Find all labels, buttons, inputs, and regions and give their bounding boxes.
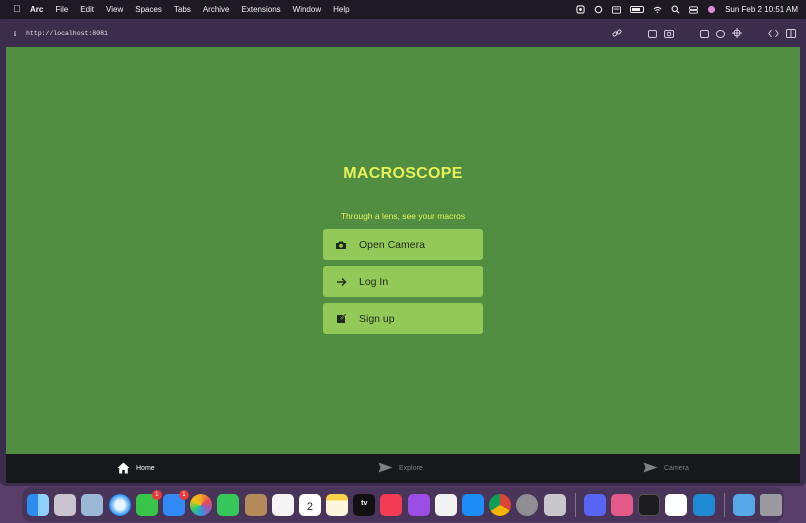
menu-view[interactable]: View xyxy=(106,5,123,14)
reminders-icon[interactable] xyxy=(271,493,294,516)
chrome-icon[interactable] xyxy=(489,493,512,516)
photos-icon[interactable] xyxy=(190,493,213,516)
menu-edit[interactable]: Edit xyxy=(80,5,94,14)
music-icon[interactable] xyxy=(380,493,403,516)
battery-icon[interactable] xyxy=(630,6,645,13)
globe-icon[interactable] xyxy=(716,29,725,38)
status-area: Sun Feb 2 10:51 AM xyxy=(576,0,798,19)
camera-icon xyxy=(323,240,359,250)
edit-icon xyxy=(323,313,359,324)
dock: 1 1 2 tv xyxy=(22,487,784,522)
extensions-icon[interactable] xyxy=(732,25,742,43)
discord-icon[interactable] xyxy=(583,493,606,516)
tab-explore[interactable]: Explore xyxy=(378,454,423,483)
messages-badge: 1 xyxy=(151,489,162,500)
send-icon xyxy=(643,462,658,475)
send-icon xyxy=(378,462,393,475)
menu-file[interactable]: File xyxy=(55,5,68,14)
menu-window[interactable]: Window xyxy=(293,5,321,14)
url-text[interactable]: http://localhost:8081 xyxy=(26,30,108,37)
menu-app-name[interactable]: Arc xyxy=(30,5,43,14)
safari-icon[interactable] xyxy=(108,493,131,516)
menu-bar:  Arc File Edit View Spaces Tabs Archive… xyxy=(0,0,806,19)
home-icon xyxy=(117,462,130,476)
screenshot-camera-icon[interactable] xyxy=(664,25,674,43)
sign-up-button[interactable]: Sign up xyxy=(323,303,483,334)
log-in-button[interactable]: Log In xyxy=(323,266,483,297)
sidebar-panel-icon[interactable] xyxy=(700,29,709,38)
trash-icon[interactable] xyxy=(759,493,782,516)
code-brackets-icon[interactable] xyxy=(768,25,779,43)
tv-label: tv xyxy=(361,499,368,507)
site-info-icon[interactable]: i xyxy=(14,30,20,38)
url-bar: i http://localhost:8081 xyxy=(0,20,806,47)
menu-help[interactable]: Help xyxy=(333,5,349,14)
copy-link-icon[interactable] xyxy=(612,25,622,43)
tab-explore-label: Explore xyxy=(399,465,423,472)
app-title: MACROSCOPE xyxy=(343,165,463,182)
launchpad-icon[interactable] xyxy=(54,493,77,516)
calendar-icon[interactable]: 2 xyxy=(298,493,321,516)
menu-extensions[interactable]: Extensions xyxy=(242,5,281,14)
dock-separator xyxy=(574,492,576,517)
spotlight-search-icon[interactable] xyxy=(671,5,680,14)
iphone-mirroring-icon[interactable] xyxy=(543,493,566,516)
chatgpt-icon[interactable] xyxy=(665,493,688,516)
split-view-icon[interactable] xyxy=(786,25,796,43)
wifi-icon[interactable] xyxy=(653,6,662,14)
display-status-icon[interactable] xyxy=(612,5,622,14)
contacts-icon[interactable] xyxy=(244,493,267,516)
app-store-alt-icon[interactable] xyxy=(81,493,104,516)
tab-home[interactable]: Home xyxy=(117,454,155,483)
open-camera-label: Open Camera xyxy=(359,238,425,251)
tab-bar: Home Explore Camera xyxy=(6,454,800,483)
mail-badge: 1 xyxy=(178,489,189,500)
sign-up-label: Sign up xyxy=(359,312,395,325)
apple-menu-icon[interactable]:  xyxy=(9,4,25,15)
siri-icon[interactable] xyxy=(707,5,716,14)
tab-camera[interactable]: Camera xyxy=(643,454,689,483)
mail-icon[interactable]: 1 xyxy=(162,489,189,516)
menubar-clock[interactable]: Sun Feb 2 10:51 AM xyxy=(725,5,798,14)
shield-status-icon[interactable] xyxy=(576,5,585,14)
menu-tabs[interactable]: Tabs xyxy=(174,5,191,14)
open-camera-button[interactable]: Open Camera xyxy=(323,229,483,260)
capture-icon[interactable] xyxy=(648,29,657,38)
system-settings-icon[interactable] xyxy=(516,493,539,516)
downloads-folder-icon[interactable] xyxy=(732,493,755,516)
tab-camera-label: Camera xyxy=(664,465,689,472)
log-in-label: Log In xyxy=(359,275,389,288)
tab-home-label: Home xyxy=(136,465,155,472)
openai-status-icon[interactable] xyxy=(594,5,603,14)
dock-separator-2 xyxy=(723,492,725,517)
podcasts-icon[interactable] xyxy=(407,493,430,516)
app-viewport: MACROSCOPE Through a lens, see your macr… xyxy=(6,47,800,454)
apple-tv-icon[interactable]: tv xyxy=(353,493,376,516)
toolbar-icons xyxy=(612,20,796,47)
finder-icon[interactable] xyxy=(27,493,49,516)
calendar-day: 2 xyxy=(306,500,313,513)
arrow-right-icon xyxy=(323,277,359,287)
menu-spaces[interactable]: Spaces xyxy=(135,5,162,14)
arc-icon[interactable] xyxy=(610,493,633,516)
app-subtitle: Through a lens, see your macros xyxy=(340,211,466,221)
app-store-icon[interactable] xyxy=(462,493,484,516)
terminal-icon[interactable] xyxy=(638,493,661,516)
vscode-icon[interactable] xyxy=(692,493,715,516)
facetime-icon[interactable] xyxy=(217,493,240,516)
menu-archive[interactable]: Archive xyxy=(203,5,230,14)
notes-icon[interactable] xyxy=(326,493,349,516)
control-center-icon[interactable] xyxy=(689,5,699,14)
news-icon[interactable] xyxy=(434,493,457,516)
messages-icon[interactable]: 1 xyxy=(135,489,162,516)
browser-window: i http://localhost:8081 MACROSCOPE Throu… xyxy=(0,20,806,486)
